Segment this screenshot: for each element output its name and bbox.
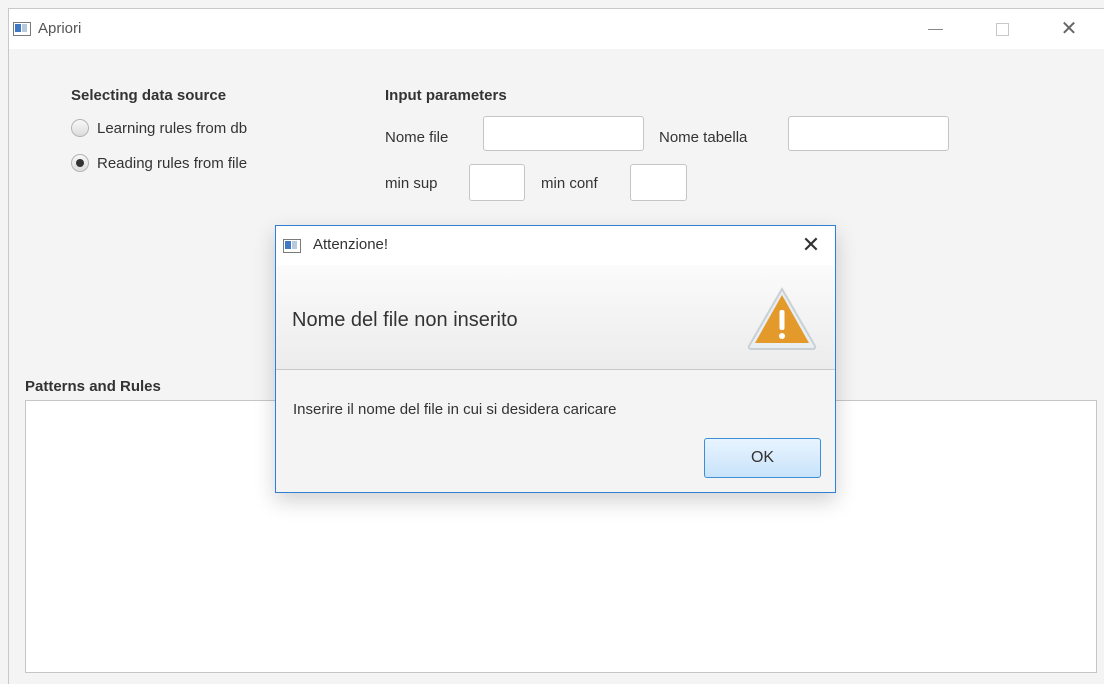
table-name-label: Nome tabella [659,129,748,146]
radio-label: Reading rules from file [97,154,248,172]
close-icon: ✕ [801,232,821,257]
window-title: Apriori [38,20,82,37]
close-icon: ✕ [1060,18,1078,40]
radio-button[interactable] [71,119,89,137]
radio-button-selected[interactable] [71,154,89,172]
radio-label: Learning rules from db [97,119,248,137]
dialog-close-button[interactable]: ✕ [797,231,825,259]
warning-icon [747,287,817,350]
min-conf-input[interactable] [630,164,687,201]
app-window-icon [13,22,31,36]
dialog-header: Nome del file non inserito [276,265,835,370]
patterns-rules-heading: Patterns and Rules [25,378,161,395]
dialog-titlebar[interactable]: Attenzione! ✕ [276,226,835,265]
table-name-input[interactable] [788,116,949,151]
dialog-header-text: Nome del file non inserito [292,309,518,331]
window-titlebar[interactable]: Apriori ✕ [9,9,1104,49]
input-parameters-heading: Input parameters [385,87,507,104]
data-source-heading: Selecting data source [71,87,227,104]
radio-learning-rules-db[interactable]: Learning rules from db [71,119,247,137]
min-sup-input[interactable] [469,164,525,201]
file-name-label: Nome file [385,129,449,146]
file-name-input[interactable] [483,116,644,151]
dialog-window-icon [283,239,301,253]
dialog-content-text: Inserire il nome del file in cui si desi… [293,401,617,418]
warning-dialog: Attenzione! ✕ Nome del file non inserito… [275,225,836,493]
ok-button[interactable]: OK [704,438,821,478]
dialog-title: Attenzione! [313,236,389,253]
close-button[interactable]: ✕ [1049,15,1089,43]
min-conf-label: min conf [541,175,598,192]
radio-reading-rules-file[interactable]: Reading rules from file [71,154,247,172]
min-sup-label: min sup [385,175,438,192]
maximize-button[interactable] [982,15,1022,43]
minimize-button[interactable] [915,15,955,43]
